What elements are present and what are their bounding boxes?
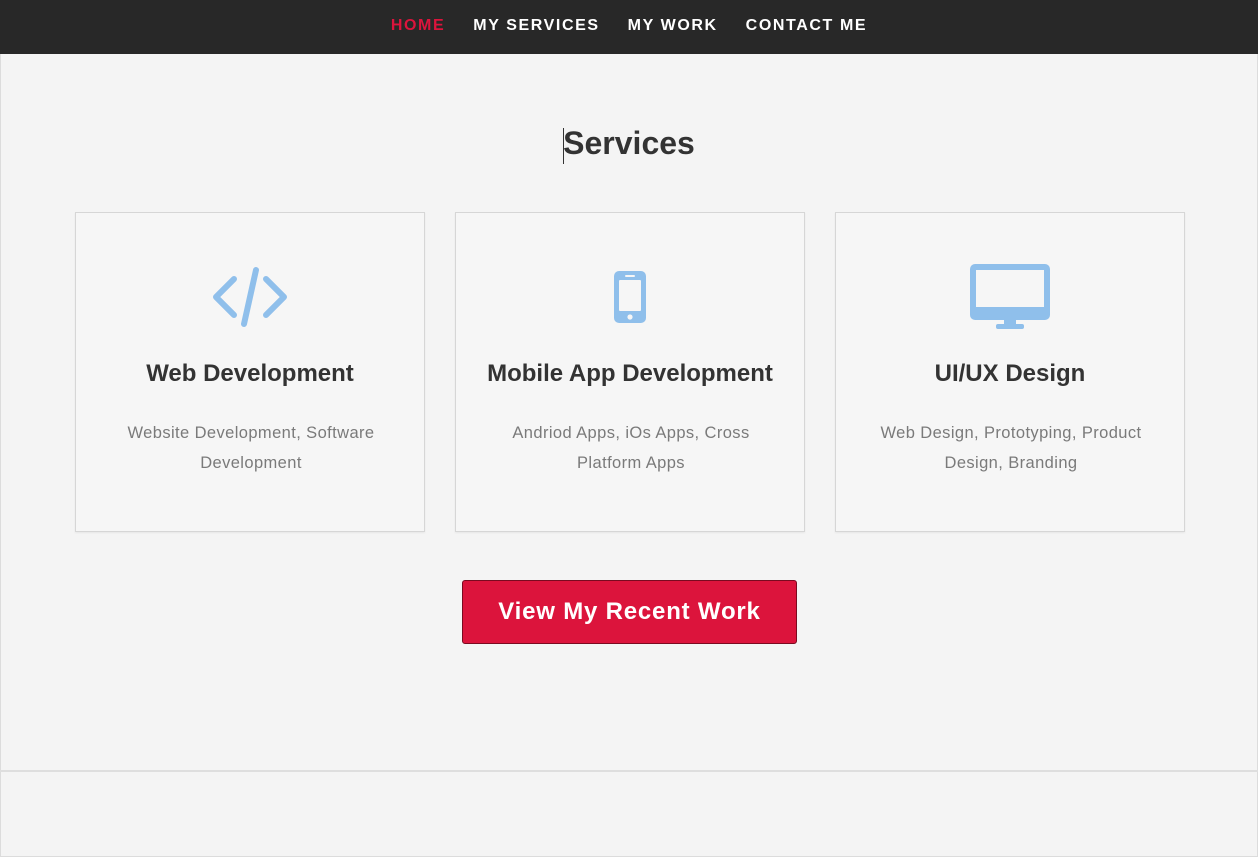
nav-link-contact-me[interactable]: CONTACT ME	[746, 17, 867, 35]
card-description: Website Development, Software Developmen…	[127, 424, 375, 472]
section-title: Services	[563, 125, 695, 161]
mobile-phone-icon	[456, 257, 804, 337]
code-icon	[76, 257, 424, 337]
card-title: UI/UX Design	[934, 360, 1086, 387]
card-title: Mobile App Development	[487, 360, 773, 387]
text-cursor	[563, 128, 564, 164]
service-card-ui-ux-design: UI/UX Design Web Design, Prototyping, Pr…	[835, 212, 1185, 532]
service-card-web-development: Web Development Website Development, Sof…	[75, 212, 425, 532]
nav-link-home[interactable]: HOME	[391, 17, 445, 35]
card-description: Andriod Apps, iOs Apps, Cross Platform A…	[512, 424, 750, 472]
card-title: Web Development	[146, 360, 354, 387]
card-description: Web Design, Prototyping, Product Design,…	[880, 424, 1142, 472]
footer-divider	[0, 770, 1258, 772]
desktop-monitor-icon	[836, 257, 1184, 337]
nav-link-my-services[interactable]: MY SERVICES	[473, 17, 599, 35]
top-navbar: HOME MY SERVICES MY WORK CONTACT ME	[0, 0, 1258, 54]
service-card-mobile-app-development: Mobile App Development Andriod Apps, iOs…	[455, 212, 805, 532]
nav-link-my-work[interactable]: MY WORK	[628, 17, 718, 35]
view-recent-work-button[interactable]: View My Recent Work	[462, 580, 797, 644]
